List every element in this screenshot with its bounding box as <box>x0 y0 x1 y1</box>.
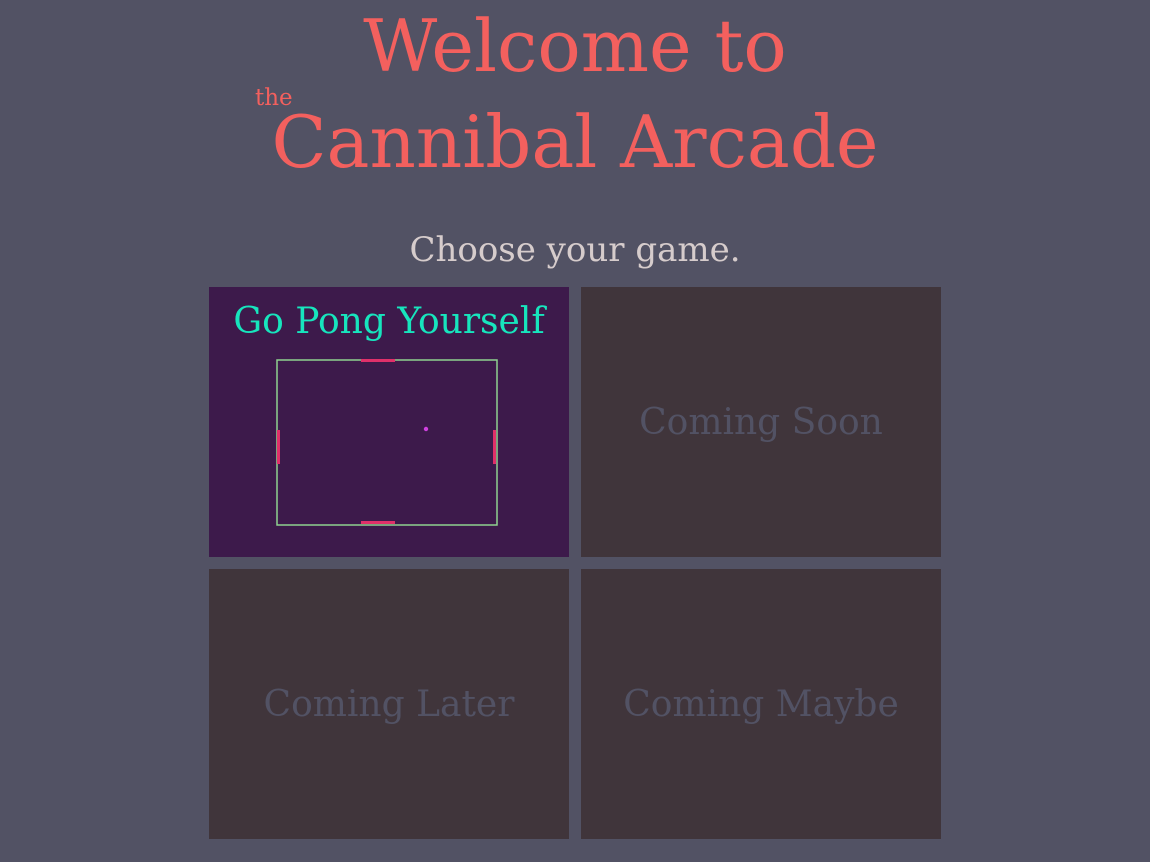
pong-paddle-bottom <box>361 521 395 524</box>
coming-later-label: Coming Later <box>263 683 515 725</box>
title-cannibal-arcade: Cannibal Arcade <box>271 100 879 184</box>
coming-maybe-label: Coming Maybe <box>623 683 899 725</box>
pong-paddle-left <box>277 430 280 464</box>
pong-paddle-top <box>361 359 395 362</box>
game-tile-coming-later: Coming Later <box>209 569 569 839</box>
pong-ball <box>423 426 429 432</box>
game-title-pong: Go Pong Yourself <box>233 301 545 342</box>
coming-soon-label: Coming Soon <box>639 401 883 443</box>
choose-game-subtitle: Choose your game. <box>409 230 741 270</box>
pong-paddle-right <box>493 430 496 464</box>
pong-field <box>276 359 498 526</box>
game-tile-pong[interactable]: Go Pong Yourself <box>209 287 569 557</box>
pong-preview-icon <box>276 359 498 526</box>
game-tile-coming-soon: Coming Soon <box>581 287 941 557</box>
game-tile-coming-maybe: Coming Maybe <box>581 569 941 839</box>
title-welcome: Welcome to <box>363 4 787 88</box>
